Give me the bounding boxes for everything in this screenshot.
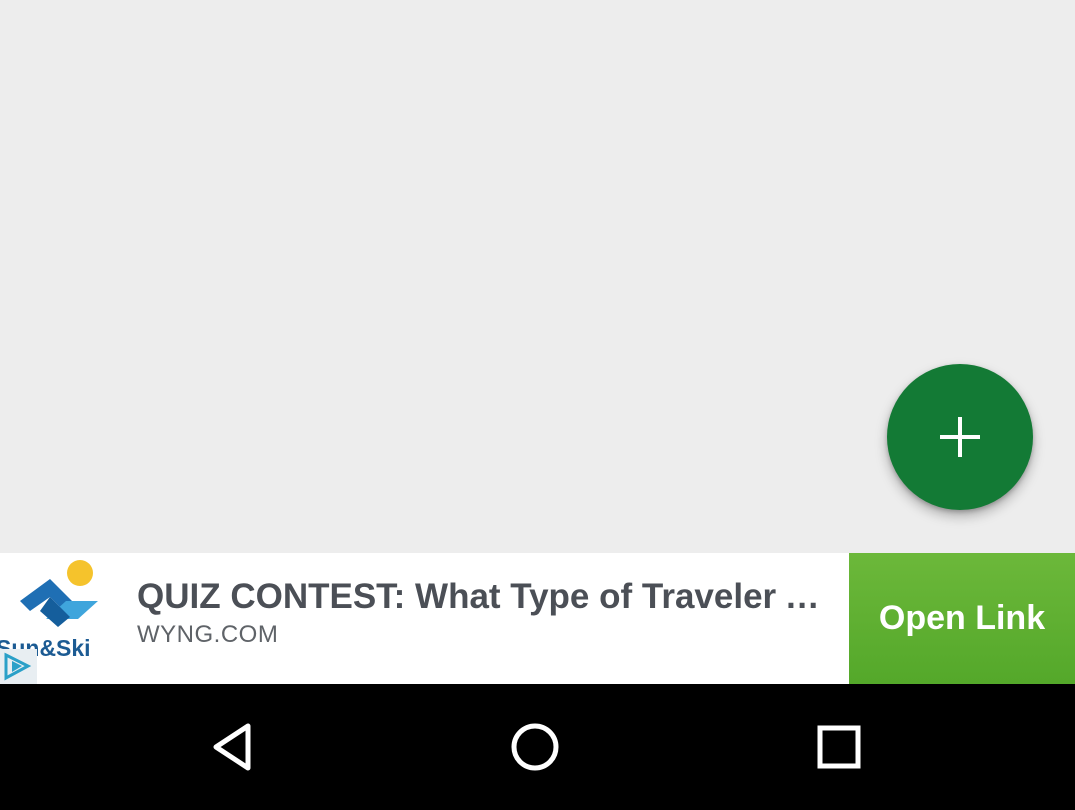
open-link-button[interactable]: Open Link [849,553,1075,684]
ad-title[interactable]: QUIZ CONTEST: What Type of Traveler Are … [137,575,827,619]
adchoices-icon[interactable] [0,649,37,684]
add-fab-button[interactable] [887,364,1033,510]
open-link-label: Open Link [878,599,1046,637]
app-screen: Sun&Ski QUIZ CONTEST: What Type of Trave… [0,0,1075,810]
recents-square-icon [817,725,861,769]
ad-text-block[interactable]: QUIZ CONTEST: What Type of Traveler Are … [137,575,827,649]
recents-button[interactable] [804,712,874,782]
plus-icon [940,417,980,457]
back-button[interactable] [198,712,268,782]
system-nav-bar [0,684,1075,810]
home-button[interactable] [500,712,570,782]
ad-banner[interactable]: Sun&Ski QUIZ CONTEST: What Type of Trave… [0,553,1075,684]
home-circle-icon [511,723,559,771]
back-triangle-icon [213,723,251,771]
ad-domain: WYNG.COM [137,621,279,648]
